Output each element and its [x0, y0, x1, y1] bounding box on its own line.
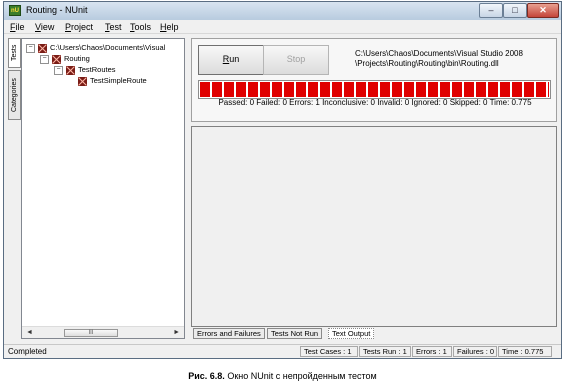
assembly-path: C:\Users\Chaos\Documents\Visual Studio 2…	[355, 49, 550, 69]
tab-categories[interactable]: Categories	[8, 70, 21, 120]
failed-test-icon	[78, 76, 87, 86]
menu-bar: File View Project Test Tools Help	[4, 20, 561, 34]
tree-node-label: C:\Users\Chaos\Documents\Visual	[50, 43, 166, 52]
maximize-button[interactable]: □	[503, 3, 527, 18]
tree-node-label: TestRoutes	[78, 65, 116, 74]
failed-test-icon	[66, 65, 75, 75]
status-time: Time : 0.775	[498, 346, 552, 357]
menu-view[interactable]: View	[35, 22, 54, 32]
figure-caption: Рис. 6.8. Окно NUnit с непройденным тест…	[0, 371, 565, 381]
collapse-icon[interactable]: −	[54, 65, 63, 75]
scroll-thumb[interactable]: III	[64, 329, 118, 337]
minimize-button[interactable]: –	[479, 3, 503, 18]
scroll-left-icon[interactable]: ◄	[26, 329, 33, 336]
menu-tools[interactable]: Tools	[130, 22, 151, 32]
tree-horizontal-scrollbar[interactable]: ◄ III ►	[22, 326, 184, 338]
title-bar[interactable]: nU Routing - NUnit – □ ✕	[4, 2, 561, 20]
results-summary: Passed: 0 Failed: 0 Errors: 1 Inconclusi…	[218, 98, 532, 107]
client-area: Tests Categories − C:\Users\Chaos\Documen…	[4, 34, 561, 344]
assembly-path-line: \Projects\Routing\Routing\bin\Routing.dl…	[355, 59, 499, 68]
menu-test[interactable]: Test	[105, 22, 122, 32]
close-button[interactable]: ✕	[527, 3, 559, 18]
status-tests-run: Tests Run : 1	[359, 346, 411, 357]
failed-test-icon	[38, 43, 47, 53]
status-text: Completed	[8, 347, 47, 356]
assembly-path-line: C:\Users\Chaos\Documents\Visual Studio 2…	[355, 49, 523, 58]
tab-tests-not-run[interactable]: Tests Not Run	[267, 328, 323, 339]
scroll-right-icon[interactable]: ►	[173, 329, 180, 336]
tree-node-root[interactable]: − C:\Users\Chaos\Documents\Visual	[26, 43, 165, 53]
run-panel: Run Stop C:\Users\Chaos\Documents\Visual…	[191, 38, 557, 122]
nunit-app-icon: nU	[9, 5, 21, 16]
run-button[interactable]: Run	[198, 45, 264, 75]
tree-node-testroutes[interactable]: − TestRoutes	[54, 65, 116, 75]
collapse-icon[interactable]: −	[26, 43, 35, 53]
progress-bar	[198, 80, 551, 99]
tree-node-routing[interactable]: − Routing	[40, 54, 90, 64]
side-tabs: Tests Categories	[8, 38, 21, 128]
tree-node-testsimpleroute[interactable]: TestSimpleRoute	[78, 76, 147, 86]
test-tree[interactable]: − C:\Users\Chaos\Documents\Visual − Routin…	[21, 38, 185, 339]
stop-button[interactable]: Stop	[263, 45, 329, 75]
tab-text-output[interactable]: Text Output	[328, 328, 375, 339]
tree-node-label: Routing	[64, 54, 90, 63]
caption-text: Окно NUnit с непройденным тестом	[227, 371, 377, 381]
progress-fill	[200, 82, 549, 97]
tree-node-label: TestSimpleRoute	[90, 76, 147, 85]
collapse-icon[interactable]: −	[40, 54, 49, 64]
menu-project[interactable]: Project	[65, 22, 93, 32]
nunit-window: nU Routing - NUnit – □ ✕ File View Proje…	[3, 1, 562, 359]
status-errors: Errors : 1	[412, 346, 452, 357]
menu-help[interactable]: Help	[160, 22, 179, 32]
status-bar: Completed Test Cases : 1 Tests Run : 1 E…	[4, 344, 561, 358]
failed-test-icon	[52, 54, 61, 64]
menu-file[interactable]: File	[10, 22, 25, 32]
status-failures: Failures : 0	[453, 346, 497, 357]
caption-prefix: Рис. 6.8.	[188, 371, 225, 381]
window-title: Routing - NUnit	[26, 5, 88, 15]
text-output-area[interactable]	[191, 126, 557, 327]
tab-tests[interactable]: Tests	[8, 38, 21, 68]
status-test-cases: Test Cases : 1	[300, 346, 358, 357]
tab-errors-and-failures[interactable]: Errors and Failures	[193, 328, 265, 339]
